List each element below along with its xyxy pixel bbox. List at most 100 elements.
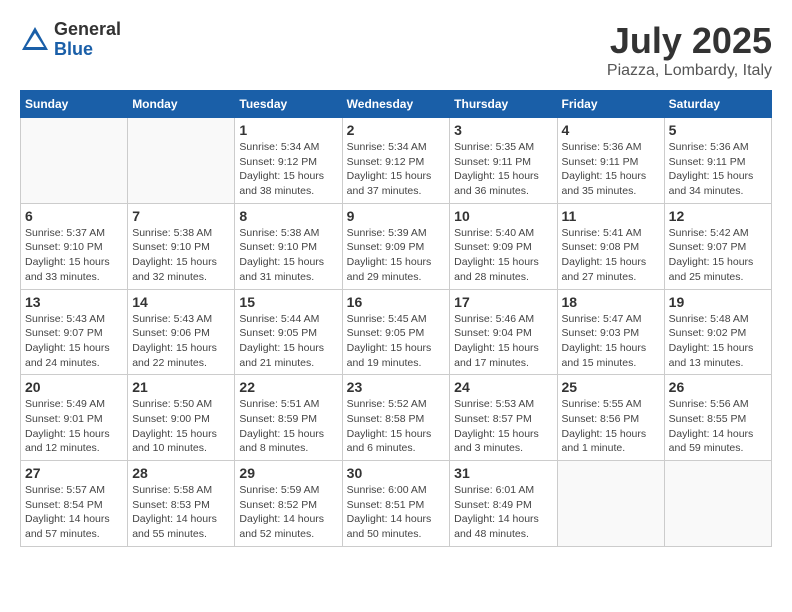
logo-icon [20, 25, 50, 55]
day-number: 27 [25, 465, 123, 481]
calendar-cell: 27 Sunrise: 5:57 AM Sunset: 8:54 PM Dayli… [21, 461, 128, 547]
calendar-cell: 29 Sunrise: 5:59 AM Sunset: 8:52 PM Dayli… [235, 461, 342, 547]
day-info: Sunrise: 5:43 AM Sunset: 9:06 PM Dayligh… [132, 312, 230, 371]
day-number: 7 [132, 208, 230, 224]
weekday-header-saturday: Saturday [664, 91, 771, 118]
calendar-cell: 24 Sunrise: 5:53 AM Sunset: 8:57 PM Dayli… [450, 375, 557, 461]
day-info: Sunrise: 5:43 AM Sunset: 9:07 PM Dayligh… [25, 312, 123, 371]
calendar-cell: 2 Sunrise: 5:34 AM Sunset: 9:12 PM Daylig… [342, 118, 450, 204]
day-info: Sunrise: 5:59 AM Sunset: 8:52 PM Dayligh… [239, 483, 337, 542]
day-info: Sunrise: 5:45 AM Sunset: 9:05 PM Dayligh… [347, 312, 446, 371]
day-number: 30 [347, 465, 446, 481]
day-info: Sunrise: 5:50 AM Sunset: 9:00 PM Dayligh… [132, 397, 230, 456]
weekday-header-tuesday: Tuesday [235, 91, 342, 118]
calendar-cell: 18 Sunrise: 5:47 AM Sunset: 9:03 PM Dayli… [557, 289, 664, 375]
logo-text: General Blue [54, 20, 121, 60]
day-info: Sunrise: 5:34 AM Sunset: 9:12 PM Dayligh… [347, 140, 446, 199]
day-info: Sunrise: 5:51 AM Sunset: 8:59 PM Dayligh… [239, 397, 337, 456]
weekday-header-row: SundayMondayTuesdayWednesdayThursdayFrid… [21, 91, 772, 118]
week-row-5: 27 Sunrise: 5:57 AM Sunset: 8:54 PM Dayli… [21, 461, 772, 547]
day-info: Sunrise: 5:37 AM Sunset: 9:10 PM Dayligh… [25, 226, 123, 285]
calendar-cell: 10 Sunrise: 5:40 AM Sunset: 9:09 PM Dayli… [450, 203, 557, 289]
weekday-header-monday: Monday [128, 91, 235, 118]
day-info: Sunrise: 5:39 AM Sunset: 9:09 PM Dayligh… [347, 226, 446, 285]
calendar-cell: 8 Sunrise: 5:38 AM Sunset: 9:10 PM Daylig… [235, 203, 342, 289]
day-info: Sunrise: 6:00 AM Sunset: 8:51 PM Dayligh… [347, 483, 446, 542]
day-info: Sunrise: 5:48 AM Sunset: 9:02 PM Dayligh… [669, 312, 767, 371]
day-number: 17 [454, 294, 552, 310]
calendar-cell: 11Sunrise: 5:41 AM Sunset: 9:08 PM Dayli… [557, 203, 664, 289]
month-title: July 2025 [607, 20, 772, 62]
week-row-3: 13 Sunrise: 5:43 AM Sunset: 9:07 PM Dayli… [21, 289, 772, 375]
calendar-cell: 20 Sunrise: 5:49 AM Sunset: 9:01 PM Dayli… [21, 375, 128, 461]
calendar-cell: 25Sunrise: 5:55 AM Sunset: 8:56 PM Dayli… [557, 375, 664, 461]
day-number: 6 [25, 208, 123, 224]
day-info: Sunrise: 5:42 AM Sunset: 9:07 PM Dayligh… [669, 226, 767, 285]
day-number: 24 [454, 379, 552, 395]
day-number: 29 [239, 465, 337, 481]
calendar-cell: 19 Sunrise: 5:48 AM Sunset: 9:02 PM Dayli… [664, 289, 771, 375]
day-info: Sunrise: 5:38 AM Sunset: 9:10 PM Dayligh… [239, 226, 337, 285]
day-info: Sunrise: 5:56 AM Sunset: 8:55 PM Dayligh… [669, 397, 767, 456]
calendar-cell [21, 118, 128, 204]
day-number: 3 [454, 122, 552, 138]
calendar-cell: 31 Sunrise: 6:01 AM Sunset: 8:49 PM Dayli… [450, 461, 557, 547]
calendar-cell: 5 Sunrise: 5:36 AM Sunset: 9:11 PM Daylig… [664, 118, 771, 204]
day-info: Sunrise: 5:49 AM Sunset: 9:01 PM Dayligh… [25, 397, 123, 456]
calendar-cell: 17Sunrise: 5:46 AM Sunset: 9:04 PM Dayli… [450, 289, 557, 375]
day-number: 11 [562, 208, 660, 224]
day-number: 8 [239, 208, 337, 224]
day-number: 12 [669, 208, 767, 224]
calendar-cell: 30 Sunrise: 6:00 AM Sunset: 8:51 PM Dayli… [342, 461, 450, 547]
day-info: Sunrise: 5:36 AM Sunset: 9:11 PM Dayligh… [562, 140, 660, 199]
day-info: Sunrise: 5:34 AM Sunset: 9:12 PM Dayligh… [239, 140, 337, 199]
day-number: 19 [669, 294, 767, 310]
day-number: 31 [454, 465, 552, 481]
calendar-cell: 16 Sunrise: 5:45 AM Sunset: 9:05 PM Dayli… [342, 289, 450, 375]
day-info: Sunrise: 5:55 AM Sunset: 8:56 PM Dayligh… [562, 397, 660, 456]
calendar-cell: 12 Sunrise: 5:42 AM Sunset: 9:07 PM Dayli… [664, 203, 771, 289]
calendar-cell: 3 Sunrise: 5:35 AM Sunset: 9:11 PM Daylig… [450, 118, 557, 204]
day-number: 23 [347, 379, 446, 395]
calendar-cell [557, 461, 664, 547]
calendar-cell: 9 Sunrise: 5:39 AM Sunset: 9:09 PM Daylig… [342, 203, 450, 289]
calendar-cell: 6 Sunrise: 5:37 AM Sunset: 9:10 PM Daylig… [21, 203, 128, 289]
day-number: 10 [454, 208, 552, 224]
logo-blue-text: Blue [54, 40, 121, 60]
day-number: 4 [562, 122, 660, 138]
calendar-cell: 13 Sunrise: 5:43 AM Sunset: 9:07 PM Dayli… [21, 289, 128, 375]
day-info: Sunrise: 5:53 AM Sunset: 8:57 PM Dayligh… [454, 397, 552, 456]
day-info: Sunrise: 5:40 AM Sunset: 9:09 PM Dayligh… [454, 226, 552, 285]
title-block: July 2025 Piazza, Lombardy, Italy [607, 20, 772, 80]
calendar-cell: 15Sunrise: 5:44 AM Sunset: 9:05 PM Dayli… [235, 289, 342, 375]
day-info: Sunrise: 6:01 AM Sunset: 8:49 PM Dayligh… [454, 483, 552, 542]
weekday-header-friday: Friday [557, 91, 664, 118]
week-row-2: 6 Sunrise: 5:37 AM Sunset: 9:10 PM Daylig… [21, 203, 772, 289]
week-row-4: 20 Sunrise: 5:49 AM Sunset: 9:01 PM Dayli… [21, 375, 772, 461]
day-info: Sunrise: 5:35 AM Sunset: 9:11 PM Dayligh… [454, 140, 552, 199]
weekday-header-wednesday: Wednesday [342, 91, 450, 118]
day-info: Sunrise: 5:44 AM Sunset: 9:05 PM Dayligh… [239, 312, 337, 371]
day-number: 20 [25, 379, 123, 395]
page-header: General Blue July 2025 Piazza, Lombardy,… [20, 20, 772, 80]
day-info: Sunrise: 5:38 AM Sunset: 9:10 PM Dayligh… [132, 226, 230, 285]
calendar-cell [128, 118, 235, 204]
weekday-header-thursday: Thursday [450, 91, 557, 118]
day-number: 18 [562, 294, 660, 310]
location-text: Piazza, Lombardy, Italy [607, 62, 772, 80]
day-number: 13 [25, 294, 123, 310]
day-info: Sunrise: 5:36 AM Sunset: 9:11 PM Dayligh… [669, 140, 767, 199]
day-number: 16 [347, 294, 446, 310]
calendar-table: SundayMondayTuesdayWednesdayThursdayFrid… [20, 90, 772, 547]
day-number: 9 [347, 208, 446, 224]
day-number: 26 [669, 379, 767, 395]
day-info: Sunrise: 5:47 AM Sunset: 9:03 PM Dayligh… [562, 312, 660, 371]
weekday-header-sunday: Sunday [21, 91, 128, 118]
calendar-cell: 4 Sunrise: 5:36 AM Sunset: 9:11 PM Daylig… [557, 118, 664, 204]
day-info: Sunrise: 5:57 AM Sunset: 8:54 PM Dayligh… [25, 483, 123, 542]
day-number: 14 [132, 294, 230, 310]
day-number: 5 [669, 122, 767, 138]
calendar-cell: 7 Sunrise: 5:38 AM Sunset: 9:10 PM Daylig… [128, 203, 235, 289]
logo: General Blue [20, 20, 121, 60]
day-number: 2 [347, 122, 446, 138]
